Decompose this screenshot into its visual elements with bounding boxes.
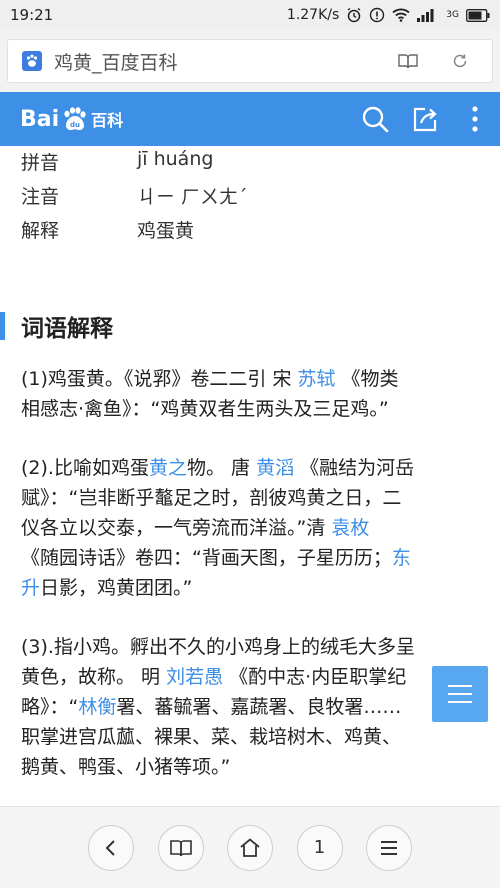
info-value: 鸡蛋黄 xyxy=(137,220,195,242)
share-icon[interactable] xyxy=(400,94,450,144)
text-run: 仪各立以交泰，一气旁流而洋溢。”清 xyxy=(21,517,332,539)
text-run: 《物类 xyxy=(335,368,399,390)
text-run: 略》：“ xyxy=(21,696,79,718)
text-line: (1)鸡蛋黄。《说郛》卷二二引 宋 苏轼 《物类 xyxy=(21,364,477,394)
refresh-icon[interactable] xyxy=(440,41,480,81)
wifi-icon xyxy=(392,8,410,22)
status-bar: 19:21 1.27K/s 3G xyxy=(0,0,500,30)
status-time: 19:21 xyxy=(10,6,54,24)
menu-icon-line xyxy=(448,693,472,695)
page-title-in-address-bar: 鸡黄_百度百科 xyxy=(54,51,178,74)
menu-icon-line xyxy=(448,701,472,703)
signal-icon xyxy=(417,8,439,22)
tabs-count-button[interactable]: 1 xyxy=(296,824,343,871)
baidu-baike-logo[interactable]: Bai du 百科 xyxy=(20,106,123,132)
book-icon[interactable] xyxy=(388,41,428,81)
text-line: 《随园诗话》卷四：“背画天图，子星历历；东 xyxy=(21,543,477,573)
definition-1: (1)鸡蛋黄。《说郛》卷二二引 宋 苏轼 《物类 相感志·禽鱼》：“鸡黄双者生两… xyxy=(21,364,477,424)
text-run: (1)鸡蛋黄。《说郛》卷二二引 宋 xyxy=(21,368,298,390)
text-line: 相感志·禽鱼》：“鸡黄双者生两头及三足鸡。” xyxy=(21,398,389,420)
net-speed: 1.27K/s xyxy=(286,7,340,23)
logo-text: Bai xyxy=(20,106,60,132)
status-indicators: 1.27K/s 3G xyxy=(287,7,490,23)
section-accent-bar xyxy=(0,312,5,340)
text-line: 仪各立以交泰，一气旁流而洋溢。”清 袁枚 xyxy=(21,513,477,543)
text-line: (2).比喻如鸡蛋黄之物。 唐 黄滔 《融结为河岳 xyxy=(21,453,477,483)
text-line: 职掌进宫瓜蓏、裸果、菜、栽培树木、鸡黄、 xyxy=(21,726,402,748)
link-huang-zhi[interactable]: 黄之 xyxy=(149,457,187,479)
browser-toolbar: 鸡黄_百度百科 xyxy=(0,30,500,92)
search-icon[interactable] xyxy=(350,94,400,144)
back-icon[interactable] xyxy=(88,824,134,871)
section-title: 词语解释 xyxy=(21,316,113,342)
text-line: 赋》：“岂非断乎鼇足之时，剖彼鸡黄之日，二 xyxy=(21,487,402,509)
home-icon[interactable] xyxy=(227,824,273,871)
logo-baike-text: 百科 xyxy=(91,111,124,130)
text-run: 黄色，故称。 明 xyxy=(21,666,167,688)
text-run: 署、蕃毓署、嘉蔬署、良牧署…… xyxy=(116,696,402,718)
section-heading: 词语解释 xyxy=(0,311,113,342)
link-liu-ruoyu[interactable]: 刘若愚 xyxy=(166,666,223,688)
battery-icon xyxy=(466,8,490,22)
baidu-paw-logo-icon: du xyxy=(64,107,86,131)
info-row-zhuyin: 注音 ㄐㄧ ㄏㄨㄤˊ xyxy=(21,182,248,209)
link-lin-heng[interactable]: 林衡 xyxy=(78,696,116,718)
article-content: 拼音 jī huáng 注音 ㄐㄧ ㄏㄨㄤˊ 解释 鸡蛋黄 词语解释 (1)鸡蛋… xyxy=(0,146,500,806)
info-value: jī huáng xyxy=(137,148,214,170)
text-run: 《随园诗话》卷四：“背画天图，子星历历； xyxy=(21,547,392,569)
baidu-paw-icon xyxy=(18,47,46,75)
info-label: 解释 xyxy=(21,220,60,242)
network-type: 3G xyxy=(446,9,459,20)
info-row-explanation: 解释 鸡蛋黄 xyxy=(21,216,194,243)
text-line: 鹅黄、鸭蛋、小猪等项。” xyxy=(21,756,231,778)
link-su-shi[interactable]: 苏轼 xyxy=(298,368,336,390)
header-actions xyxy=(350,94,500,144)
text-run: (2).比喻如鸡蛋 xyxy=(21,457,149,479)
text-line: 升日影，鸡黄团团。” xyxy=(21,573,477,603)
definition-3: (3).指小鸡。孵出不久的小鸡身上的绒毛大多呈 黄色，故称。 明 刘若愚 《酌中… xyxy=(21,632,477,782)
browser-bottom-nav: 1 xyxy=(0,806,500,888)
svg-text:du: du xyxy=(70,121,80,129)
link-yuan-mei[interactable]: 袁枚 xyxy=(331,517,369,539)
info-label: 拼音 xyxy=(21,152,60,174)
info-row-pinyin: 拼音 jī huáng xyxy=(21,148,213,175)
link-dong-sheng[interactable]: 东 xyxy=(392,547,411,569)
text-line: 略》：“林衡署、蕃毓署、嘉蔬署、良牧署…… xyxy=(21,692,477,722)
more-vertical-icon[interactable] xyxy=(450,94,500,144)
info-value: ㄐㄧ ㄏㄨㄤˊ xyxy=(137,186,248,208)
text-run: 《酌中志·内臣职掌纪 xyxy=(223,666,407,688)
info-label: 注音 xyxy=(21,186,60,208)
text-line: 黄色，故称。 明 刘若愚 《酌中志·内臣职掌纪 xyxy=(21,662,477,692)
definition-2: (2).比喻如鸡蛋黄之物。 唐 黄滔 《融结为河岳 赋》：“岂非断乎鼇足之时，剖… xyxy=(21,453,477,603)
link-dong-sheng-cont[interactable]: 升 xyxy=(21,577,40,599)
menu-icon[interactable] xyxy=(366,824,412,871)
menu-icon-line xyxy=(448,685,472,687)
link-huang-tao[interactable]: 黄滔 xyxy=(256,457,294,479)
address-bar[interactable]: 鸡黄_百度百科 xyxy=(7,39,493,83)
floating-toc-button[interactable] xyxy=(432,666,488,722)
text-run: 日影，鸡黄团团。” xyxy=(40,577,193,599)
alert-icon xyxy=(369,7,385,23)
text-run: 《融结为河岳 xyxy=(294,457,415,479)
alarm-icon xyxy=(346,7,362,23)
text-run: 物。 唐 xyxy=(186,457,257,479)
text-line: (3).指小鸡。孵出不久的小鸡身上的绒毛大多呈 xyxy=(21,636,415,658)
baike-header: Bai du 百科 xyxy=(0,92,500,146)
bookmark-book-icon[interactable] xyxy=(157,824,204,871)
